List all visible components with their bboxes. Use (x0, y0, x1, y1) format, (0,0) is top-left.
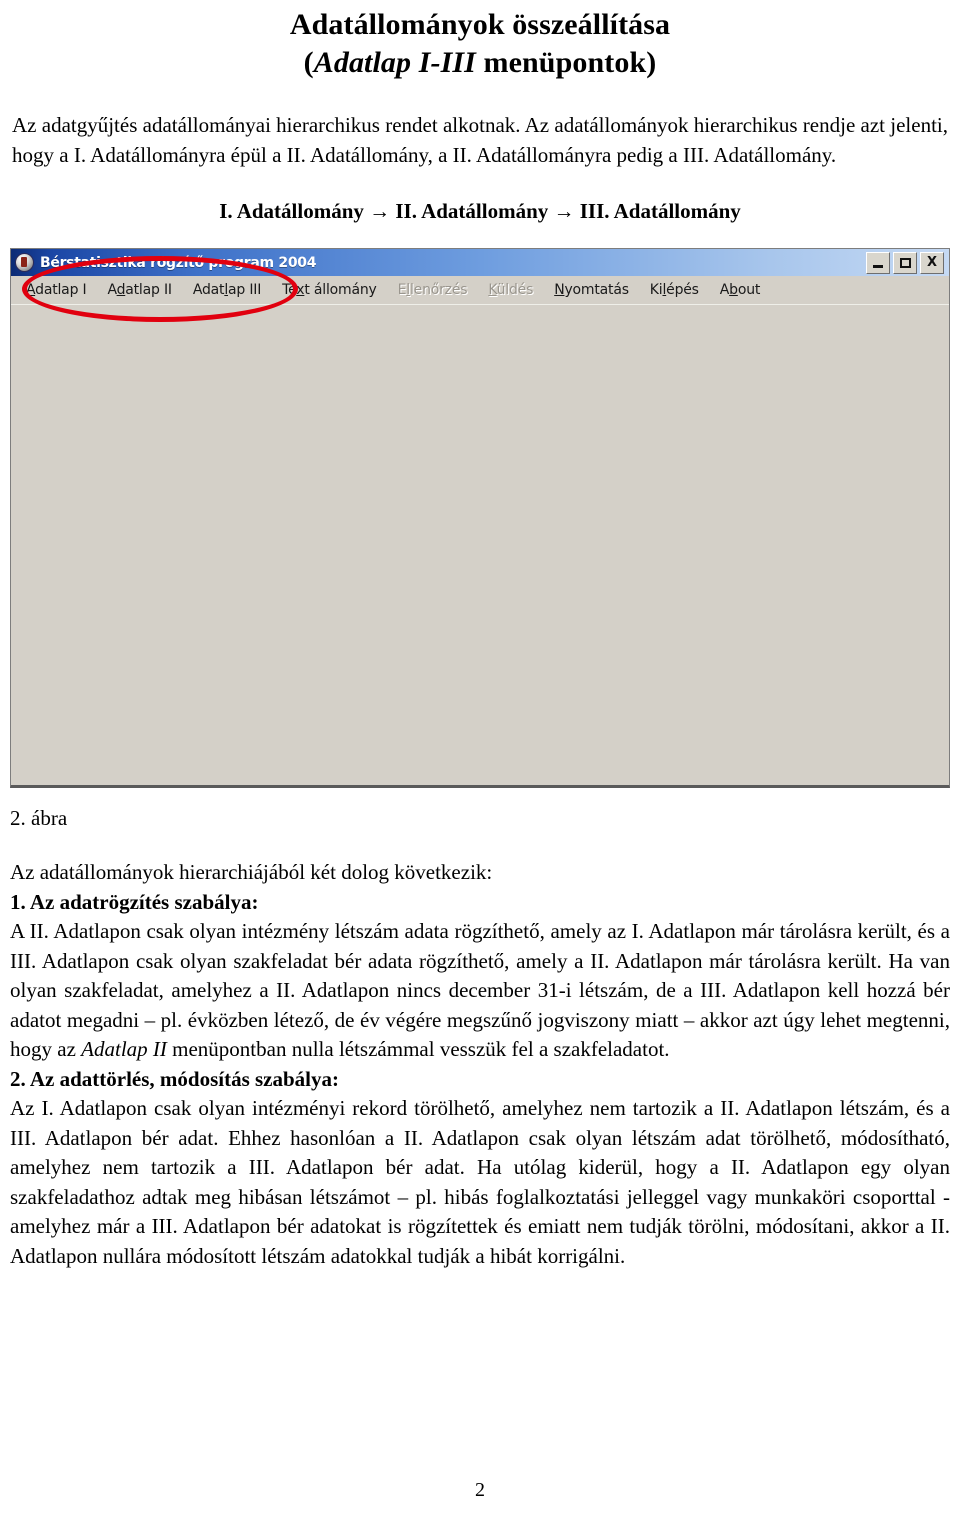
menu-adatlap-3[interactable]: Adatlap III (183, 280, 272, 300)
close-icon: X (926, 255, 938, 270)
menu-about[interactable]: About (710, 280, 771, 300)
window-client-area (11, 304, 949, 785)
page-number: 2 (475, 1479, 485, 1501)
menu-nyomtatas[interactable]: Nyomtatás (544, 280, 640, 300)
menu-adatlap-1[interactable]: Adatlap I (16, 280, 97, 300)
figure-screenshot: Bérstatisztika rögzítő program 2004 X Ad… (10, 248, 950, 792)
application-window: Bérstatisztika rögzítő program 2004 X Ad… (10, 248, 950, 788)
menu-kilepes-label-pre: Ki (649, 282, 663, 298)
menu-kilepes-label: épés (666, 282, 699, 298)
menu-text-allomany[interactable]: Text állomány (272, 280, 387, 300)
page-title-line-2-rest: menüpontok) (475, 46, 657, 79)
menu-adatlap-3-label-pre: Adat (192, 282, 225, 298)
rule-1-heading: 1. Az adatrögzítés szabálya: (10, 889, 259, 914)
maximize-icon (899, 257, 911, 268)
rule-1-paragraph: A II. Adatlapon csak olyan intézmény lét… (10, 917, 950, 1065)
body-copy: Az adatállományok hierarchiájából két do… (10, 858, 950, 1271)
menu-nyomtatas-label: yomtatás (564, 282, 629, 298)
window-controls: X (866, 251, 947, 274)
page-title: Adatállományok összeállítása (Adatlap I-… (10, 0, 950, 82)
window-title: Bérstatisztika rögzítő program 2004 (40, 254, 317, 271)
menu-adatlap-1-mnemonic: A (26, 282, 36, 298)
window-titlebar[interactable]: Bérstatisztika rögzítő program 2004 X (11, 249, 949, 276)
menu-ellenorzes-label-pre: E (397, 282, 407, 298)
figure-caption: 2. ábra (10, 806, 68, 830)
rule-2-paragraph: Az I. Adatlapon csak olyan intézményi re… (10, 1096, 950, 1268)
menu-ellenorzes: Ellenőrzés (388, 280, 479, 300)
page-title-line-2: (Adatlap I-III menüpontok) (10, 44, 950, 82)
menu-kuldes-mnemonic: K (488, 282, 497, 298)
menu-text-allomany-label: t állomány (304, 282, 377, 298)
menu-adatlap-2-label-pre: A (107, 282, 117, 298)
rule-2-heading: 2. Az adattörlés, módosítás szabálya: (10, 1066, 339, 1091)
document-page: Adatállományok összeállítása (Adatlap I-… (0, 0, 960, 1522)
menu-about-mnemonic: b (729, 282, 738, 298)
titlebar-left-group: Bérstatisztika rögzítő program 2004 (15, 253, 866, 272)
menu-adatlap-2-mnemonic: d (116, 282, 126, 298)
rule-1-text-b: menüpontban nulla létszámmal vesszük fel… (166, 1037, 670, 1061)
menu-text-allomany-label-pre: Te (282, 282, 297, 298)
menu-adatlap-2[interactable]: Adatlap II (97, 280, 182, 300)
body-lead-in: Az adatállományok hierarchiájából két do… (10, 860, 493, 884)
page-title-menu-ref: Adatlap I-III (313, 46, 476, 79)
minimize-button[interactable] (866, 251, 890, 274)
page-title-line-1: Adatállományok összeállítása (289, 8, 671, 41)
menu-kilepes[interactable]: Kilépés (640, 280, 710, 300)
menu-bar: Adatlap I Adatlap II Adatlap III Text ál… (11, 276, 949, 304)
app-icon (15, 253, 34, 272)
intro-paragraph: Az adatgyűjtés adatállományai hierarchik… (12, 113, 948, 167)
minimize-icon (873, 264, 883, 268)
menu-adatlap-1-label: datlap I (35, 282, 87, 298)
menu-about-label-pre: A (719, 282, 730, 298)
maximize-button[interactable] (893, 251, 917, 274)
close-button[interactable]: X (920, 251, 944, 274)
menu-adatlap-2-label: atlap II (125, 282, 172, 298)
menu-ellenorzes-label: lenőrzés (409, 282, 468, 298)
menu-about-label: out (737, 282, 761, 298)
hierarchy-flow-line: I. Adatállomány → II. Adatállomány → III… (219, 199, 741, 223)
page-title-paren-open: ( (303, 46, 314, 79)
menu-adatlap-3-label: ap III (228, 282, 262, 298)
menu-kuldes-label: üldés (496, 282, 534, 298)
menu-nyomtatas-mnemonic: N (554, 282, 565, 298)
rule-1-menu-ref: Adatlap II (81, 1037, 167, 1061)
menu-kuldes: Küldés (478, 280, 544, 300)
